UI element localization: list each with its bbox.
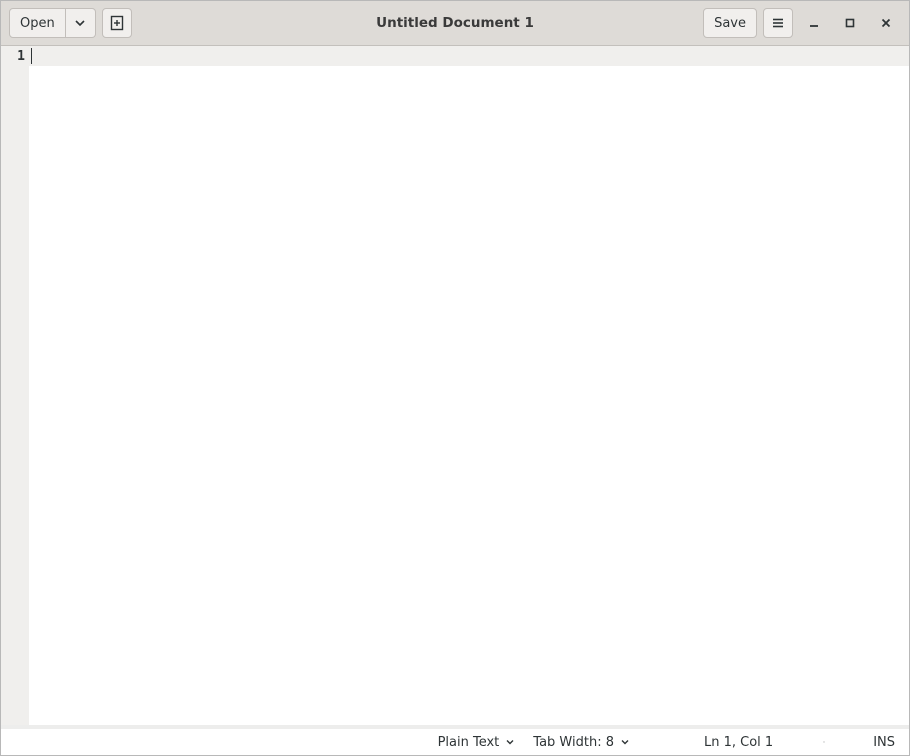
editor-area: 1 [1,46,909,725]
window-maximize-button[interactable] [835,8,865,38]
tab-width-label: Tab Width: 8 [533,735,614,750]
minimize-icon [808,17,820,29]
text-cursor [31,48,32,64]
chevron-down-icon [503,738,517,746]
status-bar: Plain Text Tab Width: 8 Ln 1, Col 1 INS [1,729,909,755]
hamburger-icon [771,16,785,30]
cursor-position: Ln 1, Col 1 [698,731,779,753]
window-close-button[interactable] [871,8,901,38]
maximize-icon [844,17,856,29]
window-minimize-button[interactable] [799,8,829,38]
open-recent-button[interactable] [66,8,96,38]
language-selector[interactable]: Plain Text [432,731,524,753]
close-icon [880,17,892,29]
position-menu-button[interactable] [817,731,831,753]
hamburger-menu-button[interactable] [763,8,793,38]
insert-mode-indicator[interactable]: INS [869,735,899,750]
open-button-label: Open [20,16,55,31]
save-button-label: Save [714,16,746,31]
chevron-down-icon [75,18,85,28]
open-button[interactable]: Open [9,8,66,38]
new-tab-button[interactable] [102,8,132,38]
header-left-group: Open [9,8,132,38]
editor-inner: 1 [1,46,909,725]
current-line-highlight [29,48,909,66]
header-bar: Open Untitled Document 1 [1,1,909,46]
chevron-down-icon [618,738,632,746]
gedit-window: Open Untitled Document 1 [0,0,910,756]
line-number: 1 [1,48,29,66]
new-document-icon [109,15,125,31]
language-label: Plain Text [438,735,500,750]
open-button-group: Open [9,8,96,38]
save-button[interactable]: Save [703,8,757,38]
text-editor[interactable] [29,66,909,725]
insert-mode-label: INS [873,735,895,750]
tab-width-selector[interactable]: Tab Width: 8 [527,731,638,753]
cursor-position-label: Ln 1, Col 1 [704,735,773,750]
header-right-group: Save [703,8,901,38]
text-surface-wrap [29,46,909,725]
line-number-gutter: 1 [1,46,29,725]
